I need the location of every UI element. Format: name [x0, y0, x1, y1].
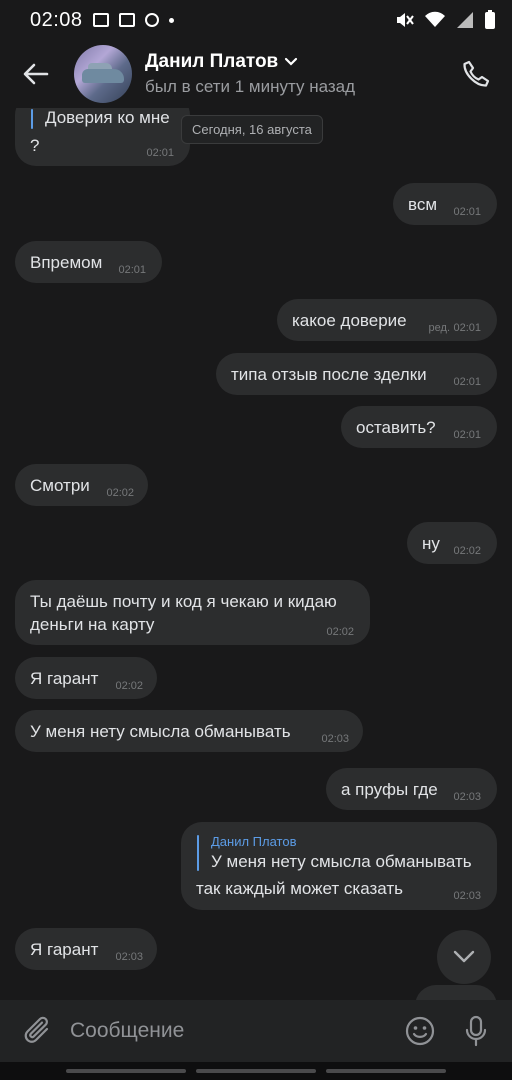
- nav-home[interactable]: [196, 1069, 316, 1073]
- edited-label: ред.: [428, 322, 450, 334]
- status-time: 02:08: [30, 8, 83, 31]
- message-text: так каждый может сказать: [196, 879, 404, 898]
- message-time: 02:01: [453, 376, 481, 388]
- message-time: 02:02: [326, 626, 354, 638]
- chevron-down-icon: [453, 950, 475, 963]
- message-text: а пруфы где: [341, 780, 438, 799]
- message-text: Я гарант: [30, 940, 99, 959]
- status-right: [394, 10, 496, 30]
- reply-quote-bar: [31, 109, 33, 129]
- voice-message-button[interactable]: [456, 1011, 496, 1051]
- message-text: оставить?: [356, 418, 436, 437]
- smiley-icon: [405, 1016, 435, 1046]
- signal-icon: [457, 12, 473, 28]
- app-notification-icon: [144, 13, 159, 27]
- paperclip-icon: [24, 1016, 49, 1043]
- message-bubble-incoming[interactable]: Доверия ко мне ? 02:01: [15, 108, 190, 166]
- reply-quote-author: Данил Платов: [211, 834, 297, 849]
- message-time: 02:01: [118, 264, 146, 276]
- message-time: 02:03: [453, 890, 481, 902]
- message-time: 02:02: [115, 680, 143, 692]
- message-composer: Сообщение: [0, 1000, 512, 1062]
- nav-recents[interactable]: [66, 1069, 186, 1073]
- message-text-line-1: Ты даёшь почту и код я чекаю и кидаю: [30, 592, 337, 611]
- contact-name: Данил Платов: [145, 51, 279, 72]
- attach-button[interactable]: [18, 1011, 58, 1051]
- chevron-down-icon: [285, 57, 298, 66]
- chat-header: Данил Платов был в сети 1 минуту назад: [0, 40, 512, 108]
- mail-notification-icon: [118, 13, 135, 27]
- message-text: Впремом: [30, 253, 103, 272]
- battery-icon: [485, 10, 495, 29]
- scroll-to-bottom-button[interactable]: [437, 930, 491, 984]
- status-bar: 02:08: [0, 0, 512, 40]
- message-time: 02:02: [106, 487, 134, 499]
- back-button[interactable]: [16, 54, 56, 94]
- arrow-left-icon: [23, 63, 49, 85]
- message-list[interactable]: Доверия ко мне ? 02:01 Сегодня, 16 авгус…: [0, 108, 512, 1000]
- date-separator: Сегодня, 16 августа: [181, 115, 323, 144]
- message-bubble-outgoing[interactable]: Данил Платов У меня нету смысла обманыва…: [181, 822, 497, 910]
- message-text-line-2: деньги на карту: [30, 615, 155, 634]
- wifi-icon: [425, 11, 445, 27]
- message-bubble-outgoing[interactable]: а пруфы где 02:03: [326, 768, 497, 810]
- message-time: 02:02: [453, 545, 481, 557]
- phone-icon: [463, 60, 490, 87]
- gallery-notification-icon: [92, 13, 109, 27]
- message-bubble-incoming[interactable]: Я гарант 02:02: [15, 657, 157, 699]
- message-text: Я гарант: [30, 669, 99, 688]
- message-input[interactable]: Сообщение: [70, 1019, 400, 1043]
- message-time: 02:01: [453, 206, 481, 218]
- contact-status: был в сети 1 минуту назад: [145, 77, 356, 96]
- microphone-icon: [465, 1015, 487, 1047]
- system-nav-bar: [0, 1062, 512, 1080]
- message-text: ну: [422, 534, 440, 553]
- message-text: какое доверие: [292, 311, 407, 330]
- message-text: Смотри: [30, 476, 90, 495]
- message-text: всм: [408, 195, 438, 214]
- message-bubble-incoming[interactable]: Ты даёшь почту и код я чекаю и кидаю ден…: [15, 580, 370, 645]
- reply-quote-text: Доверия ко мне: [45, 108, 170, 127]
- message-bubble-outgoing[interactable]: оставить? 02:01: [341, 406, 497, 448]
- message-text: типа отзыв после зделки: [231, 365, 427, 384]
- message-bubble-outgoing[interactable]: ну 02:02: [407, 522, 497, 564]
- emoji-button[interactable]: [400, 1011, 440, 1051]
- message-bubble-outgoing[interactable]: типа отзыв после зделки 02:01: [216, 353, 497, 395]
- message-text: ?: [30, 136, 40, 155]
- more-notifications-icon: [168, 17, 174, 23]
- call-button[interactable]: [454, 52, 498, 96]
- message-time: 02:03: [453, 791, 481, 803]
- contact-name-row: Данил Платов: [145, 51, 454, 73]
- message-bubble-incoming[interactable]: Впремом 02:01: [15, 241, 162, 283]
- contact-info[interactable]: Данил Платов был в сети 1 минуту назад: [145, 51, 454, 97]
- message-bubble-outgoing[interactable]: всм 02:01: [393, 183, 497, 225]
- message-bubble-incoming[interactable]: Смотри 02:02: [15, 464, 148, 506]
- message-bubble-incoming[interactable]: Я гарант 02:03: [15, 928, 157, 970]
- reply-quote-bar: [197, 835, 199, 871]
- avatar[interactable]: [74, 45, 132, 103]
- message-time: 02:01: [453, 429, 481, 441]
- message-time: 02:01: [146, 147, 174, 159]
- message-text: У меня нету смысла обманывать: [30, 722, 291, 741]
- message-bubble-incoming[interactable]: У меня нету смысла обманывать 02:03: [15, 710, 363, 752]
- message-bubble-outgoing[interactable]: какое доверие ред. 02:01: [277, 299, 497, 341]
- nav-back[interactable]: [326, 1069, 446, 1073]
- avatar-car-body: [82, 69, 124, 83]
- reply-quote-text: У меня нету смысла обманывать: [211, 852, 472, 871]
- mute-icon: [397, 13, 414, 27]
- message-time: 02:01: [453, 322, 481, 334]
- message-time: 02:03: [321, 733, 349, 745]
- status-left: 02:08: [30, 9, 174, 32]
- message-time: 02:03: [115, 951, 143, 963]
